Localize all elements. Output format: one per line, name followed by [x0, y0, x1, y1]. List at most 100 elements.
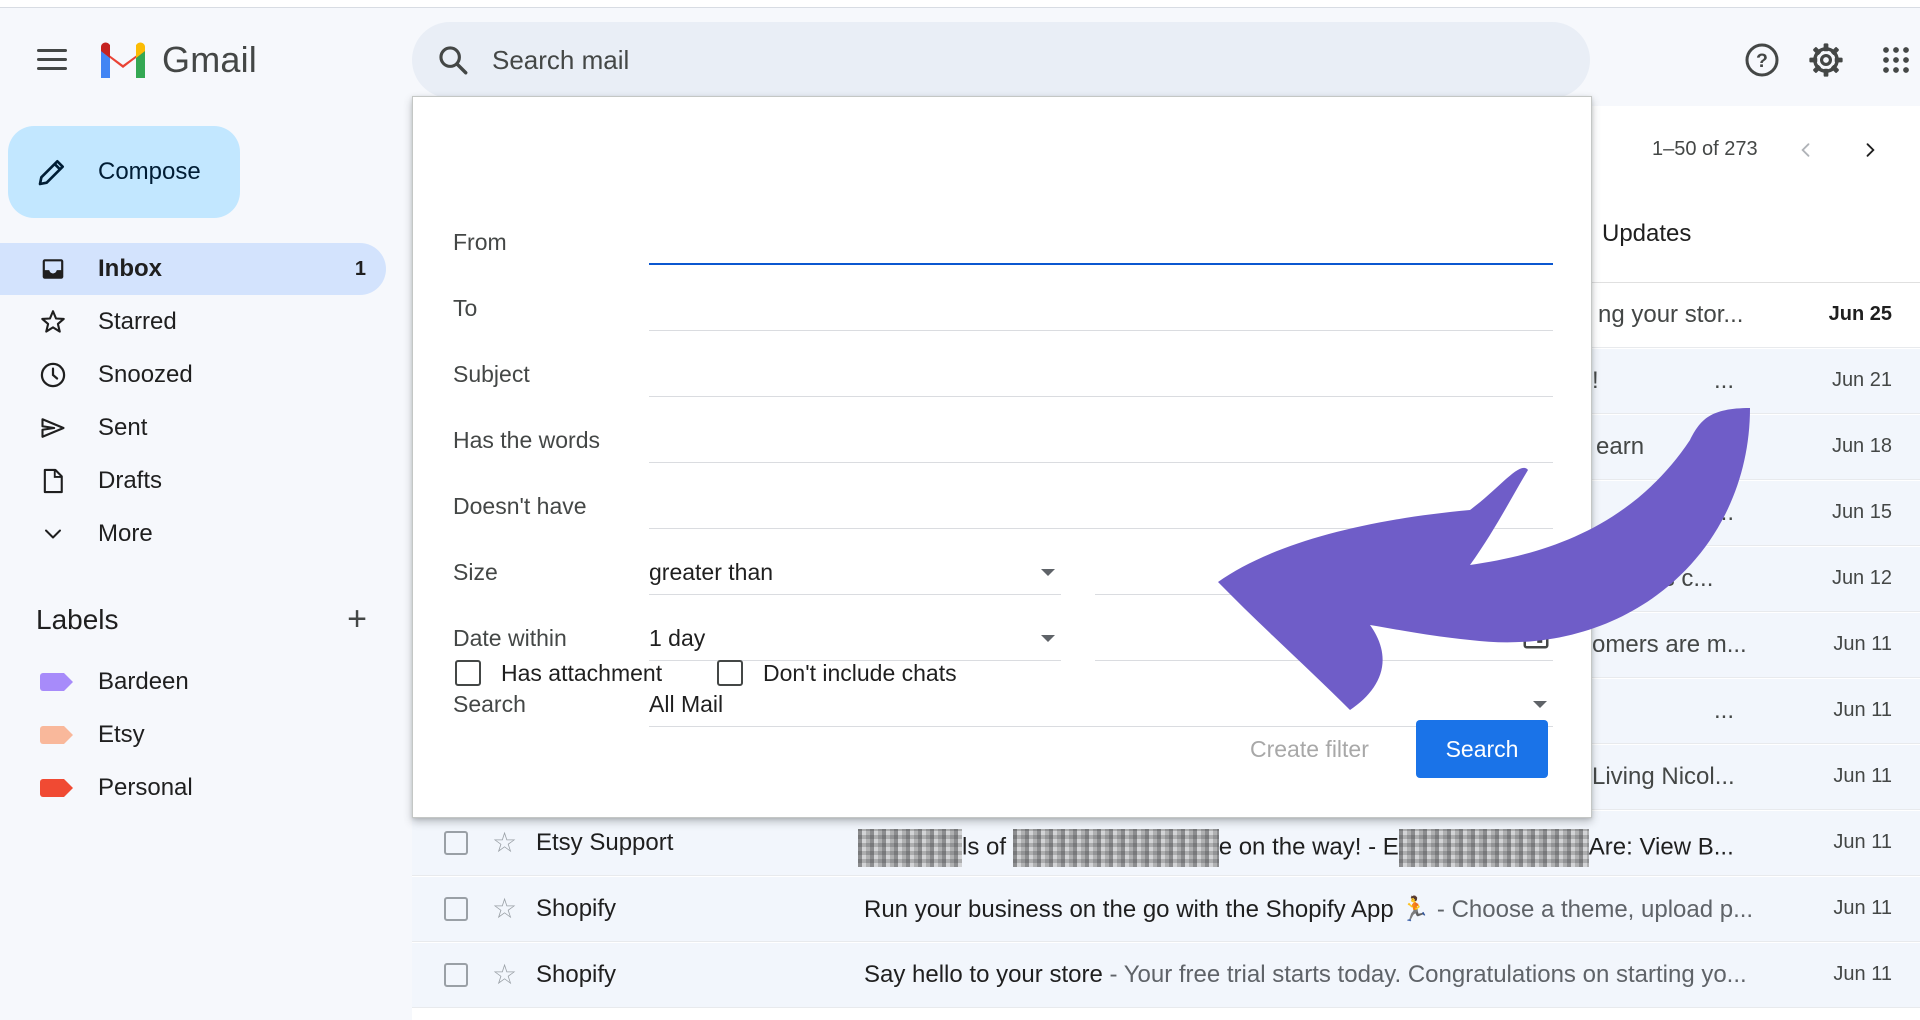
- sidebar-item-sent[interactable]: Sent: [0, 402, 386, 454]
- compose-button[interactable]: Compose: [8, 126, 240, 218]
- search-input[interactable]: [492, 44, 1392, 76]
- no-chats-option[interactable]: Don't include chats: [717, 658, 957, 688]
- email-date: Jun 25: [1828, 303, 1892, 325]
- pagination-text: 1–50 of 273: [1652, 138, 1758, 160]
- chevron-down-icon: [38, 519, 68, 549]
- label-item-personal[interactable]: Personal: [0, 762, 386, 814]
- sidebar-item-label: More: [98, 520, 153, 547]
- create-filter-button[interactable]: Create filter: [1250, 736, 1369, 763]
- star-icon[interactable]: ☆: [492, 829, 517, 857]
- email-subject-part: ls of: [962, 833, 1013, 861]
- email-date: Jun 15: [1831, 501, 1892, 523]
- email-snippet: - Your free trial starts today. Congratu…: [1102, 961, 1747, 988]
- date-within-value: 1 day: [649, 625, 706, 651]
- sidebar-item-label: Snoozed: [98, 361, 193, 388]
- labels-heading: Labels: [36, 604, 119, 635]
- from-field[interactable]: [649, 219, 1553, 265]
- email-subject-text: Say hello to your store: [864, 961, 1103, 988]
- email-subject: Say hello to your store - Your free tria…: [864, 961, 1747, 989]
- from-label: From: [453, 229, 507, 255]
- email-snippet: Living Nicol...: [1592, 763, 1735, 790]
- table-row[interactable]: ☆ Shopify Say hello to your store - Your…: [412, 943, 1920, 1008]
- search-icon[interactable]: [436, 43, 470, 77]
- email-date: Jun 11: [1833, 765, 1892, 787]
- email-subject: ls of e on the way! - E Are: View B...: [858, 829, 1734, 867]
- settings-gear-icon[interactable]: [1806, 40, 1846, 80]
- help-icon[interactable]: ?: [1742, 40, 1782, 80]
- compose-label: Compose: [98, 158, 201, 185]
- star-icon[interactable]: ☆: [492, 961, 517, 989]
- subject-field[interactable]: [649, 351, 1553, 397]
- email-sender: Etsy Support: [536, 829, 674, 856]
- redacted-text: [1398, 829, 1589, 867]
- date-within-label: Date within: [453, 625, 567, 651]
- gmail-m-icon: [101, 42, 145, 78]
- email-date: Jun 18: [1831, 435, 1892, 457]
- row-checkbox[interactable]: [444, 831, 468, 855]
- gmail-logo[interactable]: Gmail: [98, 38, 257, 82]
- pencil-icon: [38, 160, 64, 186]
- sidebar-item-starred[interactable]: Starred: [0, 296, 386, 348]
- date-within-select[interactable]: 1 day: [649, 615, 1061, 661]
- to-label: To: [453, 295, 478, 321]
- email-subject-text: Run your business on the go with the Sho…: [864, 896, 1431, 923]
- email-subject: Run your business on the go with the Sho…: [864, 895, 1753, 924]
- tab-updates[interactable]: Updates: [1602, 220, 1691, 248]
- email-sender: Shopify: [536, 895, 617, 922]
- caret-down-icon: [1041, 635, 1055, 642]
- search-bar[interactable]: [412, 22, 1590, 98]
- row-checkbox[interactable]: [444, 897, 468, 921]
- no-chats-label: Don't include chats: [763, 659, 957, 686]
- sidebar-item-label: Inbox: [98, 255, 162, 282]
- has-words-label: Has the words: [453, 427, 601, 453]
- sidebar-item-inbox[interactable]: Inbox 1: [0, 243, 386, 295]
- row-checkbox[interactable]: [444, 963, 468, 987]
- redacted-text: [1012, 829, 1219, 867]
- email-date: Jun 11: [1833, 963, 1892, 985]
- email-date: Jun 12: [1831, 567, 1892, 589]
- subject-row: Subject: [453, 351, 1553, 401]
- browser-top-edge: [0, 0, 1920, 8]
- email-subject-part: Are: View B...: [1588, 833, 1734, 861]
- label-item-etsy[interactable]: Etsy: [0, 709, 386, 761]
- has-attachment-option[interactable]: Has attachment: [455, 658, 662, 688]
- label-tag-icon: [40, 726, 73, 744]
- email-snippet: !: [1592, 367, 1599, 394]
- from-row: From: [453, 219, 1553, 269]
- next-page-icon[interactable]: [1854, 134, 1886, 166]
- has-attachment-label: Has attachment: [501, 659, 663, 686]
- unread-count-badge: 1: [354, 257, 366, 280]
- email-date: Jun 11: [1833, 633, 1892, 655]
- inbox-icon: [38, 254, 68, 284]
- has-attachment-checkbox[interactable]: [455, 660, 481, 686]
- draft-icon: [38, 466, 68, 496]
- label-name: Personal: [98, 774, 193, 801]
- size-operator-select[interactable]: greater than: [649, 549, 1061, 595]
- email-date: Jun 11: [1833, 831, 1892, 853]
- label-item-bardeen[interactable]: Bardeen: [0, 656, 386, 708]
- clock-icon: [38, 360, 68, 390]
- star-icon[interactable]: ☆: [492, 895, 517, 923]
- label-name: Bardeen: [98, 668, 189, 695]
- caret-down-icon: [1041, 569, 1055, 576]
- sidebar-item-label: Starred: [98, 308, 177, 335]
- table-row[interactable]: ☆ Shopify Run your business on the go wi…: [412, 877, 1920, 942]
- search-button[interactable]: Search: [1416, 720, 1548, 778]
- prev-page-icon[interactable]: [1790, 134, 1822, 166]
- search-scope-value: All Mail: [649, 691, 724, 717]
- apps-grid-icon[interactable]: [1876, 40, 1916, 80]
- to-field[interactable]: [649, 285, 1553, 331]
- main-menu-icon[interactable]: [32, 44, 72, 76]
- table-row[interactable]: ☆ Etsy Support ls of e on the way! - E Ar…: [412, 811, 1920, 876]
- email-date: Jun 11: [1833, 897, 1892, 919]
- add-label-button[interactable]: +: [340, 602, 374, 636]
- sidebar-item-more[interactable]: More: [0, 508, 386, 560]
- sidebar-item-drafts[interactable]: Drafts: [0, 455, 386, 507]
- send-icon: [38, 413, 68, 443]
- sidebar-item-label: Drafts: [98, 467, 163, 494]
- search-scope-label: Search: [453, 691, 526, 717]
- sidebar-item-snoozed[interactable]: Snoozed: [0, 349, 386, 401]
- app-name: Gmail: [162, 39, 258, 80]
- no-chats-checkbox[interactable]: [717, 660, 743, 686]
- label-name: Etsy: [98, 721, 145, 748]
